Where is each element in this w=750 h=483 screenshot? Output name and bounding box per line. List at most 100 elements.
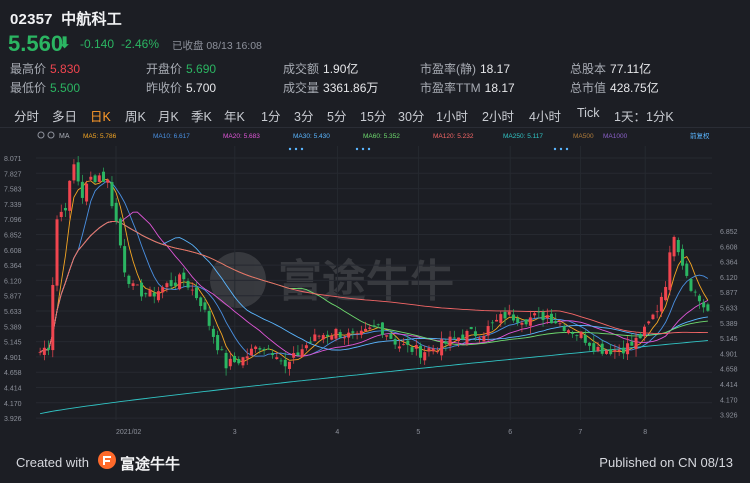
event-marker — [367, 147, 371, 151]
tab-3[interactable]: 周K — [121, 104, 154, 126]
kline-svg[interactable]: 富途牛牛 8.071 7.827 7.583 7.339 7.096 6.852 6.608 6… — [0, 128, 750, 440]
stat-volume: 成交量 3361.86万 — [283, 79, 378, 96]
last-price: 5.560 — [8, 31, 64, 56]
event-marker — [355, 147, 359, 151]
candle-body — [38, 351, 42, 353]
tab-11[interactable]: 30分 — [394, 104, 432, 126]
stat-mcap-value: 428.75亿 — [610, 81, 659, 95]
event-marker — [300, 147, 304, 151]
candle-body — [604, 350, 608, 354]
brand-name: 富途牛牛 — [120, 456, 181, 473]
candle-body — [575, 335, 579, 337]
tab-15[interactable]: Tick — [573, 104, 610, 126]
candle-body — [220, 349, 224, 351]
candle-body — [292, 353, 296, 358]
stat-pe-ttm: 市盈率TTM 18.17 — [420, 79, 515, 96]
x-tick-label: 8 — [643, 429, 647, 436]
tab-8[interactable]: 3分 — [290, 104, 323, 126]
settings-icon — [37, 131, 45, 139]
stat-pe-static: 市盈率(静) 18.17 — [420, 60, 510, 77]
candle-body — [262, 348, 266, 351]
adjust-label: 前复权 — [690, 131, 710, 140]
candle-body — [410, 347, 414, 352]
tab-16[interactable]: 1天：1分K — [610, 104, 680, 126]
stat-shares-label: 总股本 — [570, 62, 607, 76]
candle-body — [271, 353, 275, 356]
tab-12[interactable]: 1小时 — [432, 104, 478, 126]
legend-ma20: MA20: 5.683 — [223, 133, 260, 140]
market-status: 已收盘 08/13 16:08 — [172, 40, 262, 52]
candle-body — [655, 311, 659, 313]
candle-body — [389, 333, 393, 339]
candle-body — [689, 278, 693, 291]
candle-body — [89, 176, 93, 180]
candle-body — [237, 359, 241, 364]
candle-body — [626, 343, 630, 355]
stat-amount-value: 1.90亿 — [323, 62, 359, 76]
x-tick-label: 2021/02 — [116, 429, 141, 436]
candle-body — [524, 319, 528, 325]
candle-body — [182, 272, 186, 280]
candle-body — [681, 248, 685, 266]
stat-low: 最低价 5.500 — [10, 79, 80, 96]
candle-body — [304, 345, 308, 349]
candle-body — [140, 282, 144, 297]
candle-body — [161, 287, 165, 293]
tab-0[interactable]: 分时 — [10, 104, 48, 126]
stat-mcap: 总市值 428.75亿 — [570, 79, 659, 96]
candle-body — [461, 334, 465, 340]
right-tick-label: 5.633 — [720, 306, 738, 313]
candle-body — [241, 357, 245, 366]
candle-body — [300, 349, 304, 358]
candle-body — [465, 330, 469, 344]
tab-1[interactable]: 多日 — [48, 104, 86, 126]
tab-6[interactable]: 年K — [220, 104, 257, 126]
candle-body — [592, 343, 596, 352]
y-tick-label: 7.583 — [4, 187, 22, 194]
candle-body — [558, 323, 562, 325]
legend-ma500: MA500 — [573, 133, 594, 140]
tab-7[interactable]: 1分 — [257, 104, 290, 126]
y-tick-label: 7.096 — [4, 217, 22, 224]
y-tick-label: 4.901 — [4, 355, 22, 362]
candle-body — [55, 219, 59, 286]
tab-5[interactable]: 季K — [187, 104, 220, 126]
candle-body — [697, 295, 701, 302]
legend-ma1000: MA1000 — [603, 133, 628, 140]
candle-body — [338, 332, 342, 338]
candle-body — [351, 331, 355, 333]
candle-body — [347, 332, 351, 338]
x-tick-label: 4 — [335, 429, 339, 436]
candle-body — [380, 322, 384, 335]
candle-body — [228, 358, 232, 367]
kline-chart[interactable]: 富途牛牛 8.071 7.827 7.583 7.339 7.096 6.852 6.608 6… — [0, 128, 750, 440]
tab-10[interactable]: 15分 — [356, 104, 394, 126]
candle-body — [562, 326, 566, 332]
candle-body — [165, 283, 169, 288]
candle-body — [435, 351, 439, 353]
candle-body — [659, 296, 663, 312]
tab-4[interactable]: 月K — [154, 104, 187, 126]
candle-body — [533, 313, 537, 316]
timeframe-tabs: 分时 多日 日K 周K 月K 季K 年K 1分 3分 5分 15分 30分 1小时 2小时 4小时 Tick 1… — [10, 104, 680, 126]
candle-body — [376, 324, 380, 326]
candle-body — [541, 311, 545, 321]
stat-high-value: 5.830 — [50, 62, 81, 76]
info-icon — [47, 131, 55, 139]
candle-body — [245, 356, 249, 359]
tab-2[interactable]: 日K — [86, 104, 121, 126]
stock-name: 中航科工 — [61, 11, 122, 28]
tab-9[interactable]: 5分 — [323, 104, 356, 126]
candle-body — [178, 274, 182, 290]
tab-14[interactable]: 4小时 — [525, 104, 573, 126]
y-tick-label: 3.926 — [4, 416, 22, 423]
candle-body — [321, 335, 325, 340]
stat-volume-label: 成交量 — [283, 81, 320, 95]
candle-body — [258, 348, 262, 350]
futu-logo-icon — [98, 451, 116, 469]
candle-body — [440, 339, 444, 356]
candle-body — [478, 338, 482, 340]
candle-body — [355, 332, 359, 334]
candle-body — [59, 211, 63, 218]
tab-13[interactable]: 2小时 — [478, 104, 525, 126]
